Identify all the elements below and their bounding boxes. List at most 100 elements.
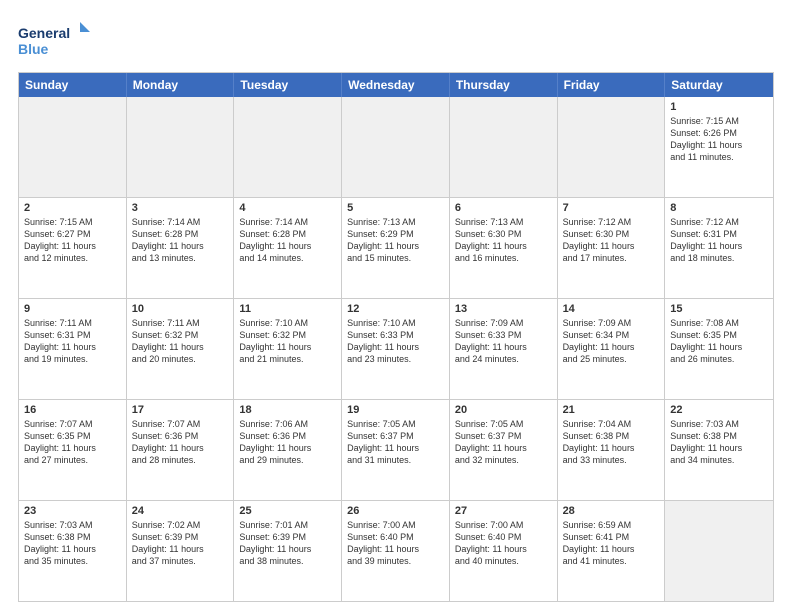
day-info: Sunrise: 7:05 AM Sunset: 6:37 PM Dayligh… [347, 418, 444, 467]
cal-cell: 11 Sunrise: 7:10 AM Sunset: 6:32 PM Dayli… [234, 299, 342, 399]
day-info: Sunrise: 7:00 AM Sunset: 6:40 PM Dayligh… [347, 519, 444, 568]
cal-cell: 26 Sunrise: 7:00 AM Sunset: 6:40 PM Dayli… [342, 501, 450, 601]
day-number: 21 [563, 404, 660, 416]
cal-cell: 5 Sunrise: 7:13 AM Sunset: 6:29 PM Daylig… [342, 198, 450, 298]
cal-header-thursday: Thursday [450, 73, 558, 97]
cal-cell: 24Sunrise: 7:02 AM Sunset: 6:39 PM Dayli… [127, 501, 235, 601]
day-number: 18 [239, 404, 336, 416]
day-number: 3 [132, 202, 229, 214]
svg-text:Blue: Blue [18, 41, 49, 57]
day-info: Sunrise: 7:11 AM Sunset: 6:32 PM Dayligh… [132, 317, 229, 366]
day-info: Sunrise: 7:07 AM Sunset: 6:35 PM Dayligh… [24, 418, 121, 467]
cal-cell: 21 Sunrise: 7:04 AM Sunset: 6:38 PM Dayli… [558, 400, 666, 500]
day-number: 23 [24, 505, 121, 517]
cal-week-5: 23 Sunrise: 7:03 AM Sunset: 6:38 PM Dayli… [19, 501, 773, 601]
cal-cell: 25Sunrise: 7:01 AM Sunset: 6:39 PM Dayli… [234, 501, 342, 601]
cal-cell: 27 Sunrise: 7:00 AM Sunset: 6:40 PM Dayli… [450, 501, 558, 601]
day-info: Sunrise: 6:59 AM Sunset: 6:41 PM Dayligh… [563, 519, 660, 568]
svg-text:General: General [18, 25, 70, 41]
day-number: 12 [347, 303, 444, 315]
cal-cell: 10 Sunrise: 7:11 AM Sunset: 6:32 PM Dayli… [127, 299, 235, 399]
day-number: 16 [24, 404, 121, 416]
cal-cell: 9 Sunrise: 7:11 AM Sunset: 6:31 PM Daylig… [19, 299, 127, 399]
day-info: Sunrise: 7:09 AM Sunset: 6:33 PM Dayligh… [455, 317, 552, 366]
cal-cell: 28Sunrise: 6:59 AM Sunset: 6:41 PM Dayli… [558, 501, 666, 601]
day-info: Sunrise: 7:07 AM Sunset: 6:36 PM Dayligh… [132, 418, 229, 467]
cal-cell [558, 97, 666, 197]
day-info: Sunrise: 7:13 AM Sunset: 6:30 PM Dayligh… [455, 216, 552, 265]
cal-cell: 20Sunrise: 7:05 AM Sunset: 6:37 PM Dayli… [450, 400, 558, 500]
day-number: 4 [239, 202, 336, 214]
cal-week-4: 16 Sunrise: 7:07 AM Sunset: 6:35 PM Dayli… [19, 400, 773, 501]
day-info: Sunrise: 7:14 AM Sunset: 6:28 PM Dayligh… [132, 216, 229, 265]
cal-header-tuesday: Tuesday [234, 73, 342, 97]
cal-header-sunday: Sunday [19, 73, 127, 97]
cal-week-3: 9 Sunrise: 7:11 AM Sunset: 6:31 PM Daylig… [19, 299, 773, 400]
day-number: 27 [455, 505, 552, 517]
day-number: 17 [132, 404, 229, 416]
cal-week-2: 2 Sunrise: 7:15 AM Sunset: 6:27 PM Daylig… [19, 198, 773, 299]
cal-cell: 4 Sunrise: 7:14 AM Sunset: 6:28 PM Daylig… [234, 198, 342, 298]
cal-cell [127, 97, 235, 197]
day-number: 8 [670, 202, 768, 214]
cal-cell: 6Sunrise: 7:13 AM Sunset: 6:30 PM Daylig… [450, 198, 558, 298]
day-info: Sunrise: 7:12 AM Sunset: 6:30 PM Dayligh… [563, 216, 660, 265]
day-number: 13 [455, 303, 552, 315]
cal-header-friday: Friday [558, 73, 666, 97]
day-number: 9 [24, 303, 121, 315]
calendar-header: SundayMondayTuesdayWednesdayThursdayFrid… [19, 73, 773, 97]
cal-cell: 17 Sunrise: 7:07 AM Sunset: 6:36 PM Dayli… [127, 400, 235, 500]
cal-cell: 8 Sunrise: 7:12 AM Sunset: 6:31 PM Daylig… [665, 198, 773, 298]
day-info: Sunrise: 7:02 AM Sunset: 6:39 PM Dayligh… [132, 519, 229, 568]
header: General Blue [18, 18, 774, 62]
day-number: 10 [132, 303, 229, 315]
day-info: Sunrise: 7:01 AM Sunset: 6:39 PM Dayligh… [239, 519, 336, 568]
cal-week-1: 1Sunrise: 7:15 AM Sunset: 6:26 PM Daylig… [19, 97, 773, 198]
day-info: Sunrise: 7:11 AM Sunset: 6:31 PM Dayligh… [24, 317, 121, 366]
day-number: 11 [239, 303, 336, 315]
cal-cell [665, 501, 773, 601]
day-info: Sunrise: 7:13 AM Sunset: 6:29 PM Dayligh… [347, 216, 444, 265]
cal-header-monday: Monday [127, 73, 235, 97]
cal-cell: 14Sunrise: 7:09 AM Sunset: 6:34 PM Dayli… [558, 299, 666, 399]
cal-cell: 13 Sunrise: 7:09 AM Sunset: 6:33 PM Dayli… [450, 299, 558, 399]
cal-header-wednesday: Wednesday [342, 73, 450, 97]
day-info: Sunrise: 7:15 AM Sunset: 6:27 PM Dayligh… [24, 216, 121, 265]
day-info: Sunrise: 7:12 AM Sunset: 6:31 PM Dayligh… [670, 216, 768, 265]
day-info: Sunrise: 7:03 AM Sunset: 6:38 PM Dayligh… [24, 519, 121, 568]
day-number: 15 [670, 303, 768, 315]
cal-cell: 1Sunrise: 7:15 AM Sunset: 6:26 PM Daylig… [665, 97, 773, 197]
cal-cell: 16 Sunrise: 7:07 AM Sunset: 6:35 PM Dayli… [19, 400, 127, 500]
day-info: Sunrise: 7:00 AM Sunset: 6:40 PM Dayligh… [455, 519, 552, 568]
day-number: 5 [347, 202, 444, 214]
cal-cell: 19 Sunrise: 7:05 AM Sunset: 6:37 PM Dayli… [342, 400, 450, 500]
cal-cell: 2 Sunrise: 7:15 AM Sunset: 6:27 PM Daylig… [19, 198, 127, 298]
day-info: Sunrise: 7:10 AM Sunset: 6:33 PM Dayligh… [347, 317, 444, 366]
cal-cell: 23 Sunrise: 7:03 AM Sunset: 6:38 PM Dayli… [19, 501, 127, 601]
cal-cell: 3 Sunrise: 7:14 AM Sunset: 6:28 PM Daylig… [127, 198, 235, 298]
day-info: Sunrise: 7:14 AM Sunset: 6:28 PM Dayligh… [239, 216, 336, 265]
day-number: 26 [347, 505, 444, 517]
day-info: Sunrise: 7:03 AM Sunset: 6:38 PM Dayligh… [670, 418, 768, 467]
calendar-body: 1Sunrise: 7:15 AM Sunset: 6:26 PM Daylig… [19, 97, 773, 601]
cal-cell: 7 Sunrise: 7:12 AM Sunset: 6:30 PM Daylig… [558, 198, 666, 298]
page: General Blue SundayMondayTuesdayWednesda… [0, 0, 792, 612]
cal-cell: 12 Sunrise: 7:10 AM Sunset: 6:33 PM Dayli… [342, 299, 450, 399]
day-number: 22 [670, 404, 768, 416]
day-number: 14 [563, 303, 660, 315]
cal-cell [342, 97, 450, 197]
cal-cell [450, 97, 558, 197]
day-number: 19 [347, 404, 444, 416]
cal-cell: 18 Sunrise: 7:06 AM Sunset: 6:36 PM Dayli… [234, 400, 342, 500]
logo: General Blue [18, 18, 98, 62]
day-info: Sunrise: 7:10 AM Sunset: 6:32 PM Dayligh… [239, 317, 336, 366]
day-number: 20 [455, 404, 552, 416]
cal-cell: 15Sunrise: 7:08 AM Sunset: 6:35 PM Dayli… [665, 299, 773, 399]
cal-cell: 22 Sunrise: 7:03 AM Sunset: 6:38 PM Dayli… [665, 400, 773, 500]
day-number: 7 [563, 202, 660, 214]
day-info: Sunrise: 7:04 AM Sunset: 6:38 PM Dayligh… [563, 418, 660, 467]
day-number: 2 [24, 202, 121, 214]
day-info: Sunrise: 7:06 AM Sunset: 6:36 PM Dayligh… [239, 418, 336, 467]
calendar: SundayMondayTuesdayWednesdayThursdayFrid… [18, 72, 774, 602]
day-info: Sunrise: 7:15 AM Sunset: 6:26 PM Dayligh… [670, 115, 768, 164]
